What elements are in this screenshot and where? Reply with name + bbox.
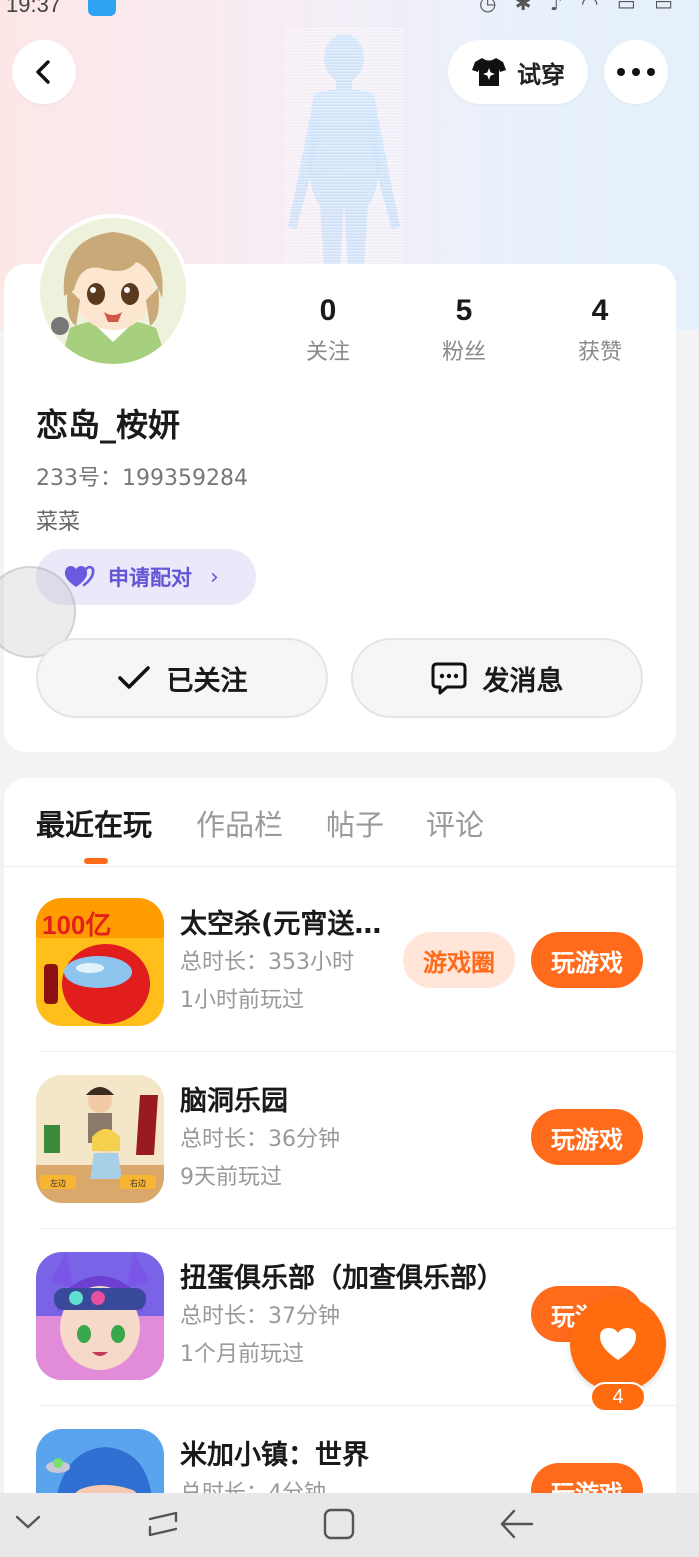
gacha-club-icon [36,1252,164,1380]
chat-bubble-icon [431,662,466,695]
followed-button[interactable]: 已关注 [36,638,328,718]
space-kill-icon: 100亿 [36,898,164,1026]
followed-label: 已关注 [166,665,248,697]
fans-count: 5 [455,294,473,327]
profile-stats: 0 关注 5 粉丝 4 获赞 [260,294,670,374]
tab-works[interactable]: 作品栏 [196,802,283,844]
fans-label: 粉丝 [441,340,486,365]
game-total-duration: 总时长：37分钟 [180,1304,340,1329]
stat-likes[interactable]: 4 获赞 [540,294,660,366]
checkmark-icon [117,666,150,689]
game-icon-brain-park: 左边 右边 [36,1075,164,1203]
status-time: 19:37 [6,0,62,17]
game-icon-badge-text: 100亿 [42,910,111,940]
try-on-label: 试穿 [517,60,565,89]
double-heart-icon [64,565,95,587]
row-divider [40,1051,676,1052]
brain-park-icon: 左边 右边 [36,1075,164,1203]
floating-like-button[interactable] [570,1296,666,1392]
active-tab-indicator [84,858,108,864]
app-notification-icon [88,0,116,16]
game-icon-space-kill: 100亿 [36,898,164,1026]
game-title: 太空杀(元宵送… [180,909,382,940]
tab-divider [4,866,676,867]
back-arrow-icon [36,60,50,84]
user-id: 233号：199359284 [36,466,248,491]
play-game-button[interactable]: 玩游戏 [531,1109,643,1165]
avatar-figure-model[interactable] [284,28,404,266]
tshirt-icon [472,58,506,86]
game-icon-gacha-club [36,1252,164,1380]
user-bio: 菜菜 [36,510,81,535]
game-circle-button[interactable]: 游戏圈 [403,932,515,988]
request-pairing-label: 申请配对 [108,566,192,590]
tab-posts[interactable]: 帖子 [326,802,384,844]
game-list-item[interactable]: 左边 右边 脑洞乐园 总时长：36分钟 9天前玩过 玩游戏 [4,1053,676,1229]
more-options-button[interactable] [604,40,668,104]
row-divider [40,1405,676,1406]
chevron-right-icon: › [210,564,219,590]
following-count: 0 [319,294,337,327]
back-nav-icon[interactable] [498,1507,534,1541]
status-bar: 19:37 ◷ ✱ ♪ ◠ ▭ ▭ [0,0,699,18]
game-title: 米加小镇：世界 [180,1440,369,1471]
recent-apps-icon[interactable] [146,1507,180,1541]
anime-girl-avatar-image [40,218,186,364]
game-total-duration: 总时长：36分钟 [180,1127,340,1152]
user-avatar[interactable] [36,214,190,368]
game-list-item[interactable]: 100亿 太空杀(元宵送… 总时长：353小时 1小时前玩过 游戏圈 玩游戏 [4,876,676,1052]
following-label: 关注 [305,340,350,365]
likes-label: 获赞 [577,340,622,365]
home-icon[interactable] [322,1507,356,1541]
heart-icon [600,1328,636,1360]
try-on-button[interactable]: 试穿 [448,40,588,104]
tab-recently-played[interactable]: 最近在玩 [36,802,152,844]
system-status-icons: ◷ ✱ ♪ ◠ ▭ ▭ [478,0,679,15]
system-navigation-bar [0,1493,699,1557]
stat-fans[interactable]: 5 粉丝 [404,294,524,366]
play-game-button[interactable]: 玩游戏 [531,932,643,988]
likes-count: 4 [591,294,609,327]
like-count-badge: 4 [590,1382,646,1412]
tab-comments[interactable]: 评论 [426,802,484,844]
game-last-played: 9天前玩过 [180,1165,282,1190]
game-icon-right-label: 右边 [130,1178,146,1188]
chevron-down-icon[interactable] [14,1507,42,1535]
game-title: 扭蛋俱乐部（加查俱乐部） [180,1263,504,1294]
game-title: 脑洞乐园 [180,1086,288,1117]
send-message-label: 发消息 [482,665,564,697]
send-message-button[interactable]: 发消息 [351,638,643,718]
game-last-played: 1小时前玩过 [180,988,304,1013]
game-last-played: 1个月前玩过 [180,1342,304,1367]
back-button[interactable] [12,40,76,104]
row-divider [40,1228,676,1229]
game-icon-left-label: 左边 [50,1178,66,1188]
more-dots-icon [617,68,655,76]
game-total-duration: 总时长：353小时 [180,950,354,975]
stat-following[interactable]: 0 关注 [268,294,388,366]
user-nickname: 恋岛_桉妍 [36,406,181,444]
game-list-item[interactable]: 扭蛋俱乐部（加查俱乐部） 总时长：37分钟 1个月前玩过 玩游戏 [4,1230,676,1406]
